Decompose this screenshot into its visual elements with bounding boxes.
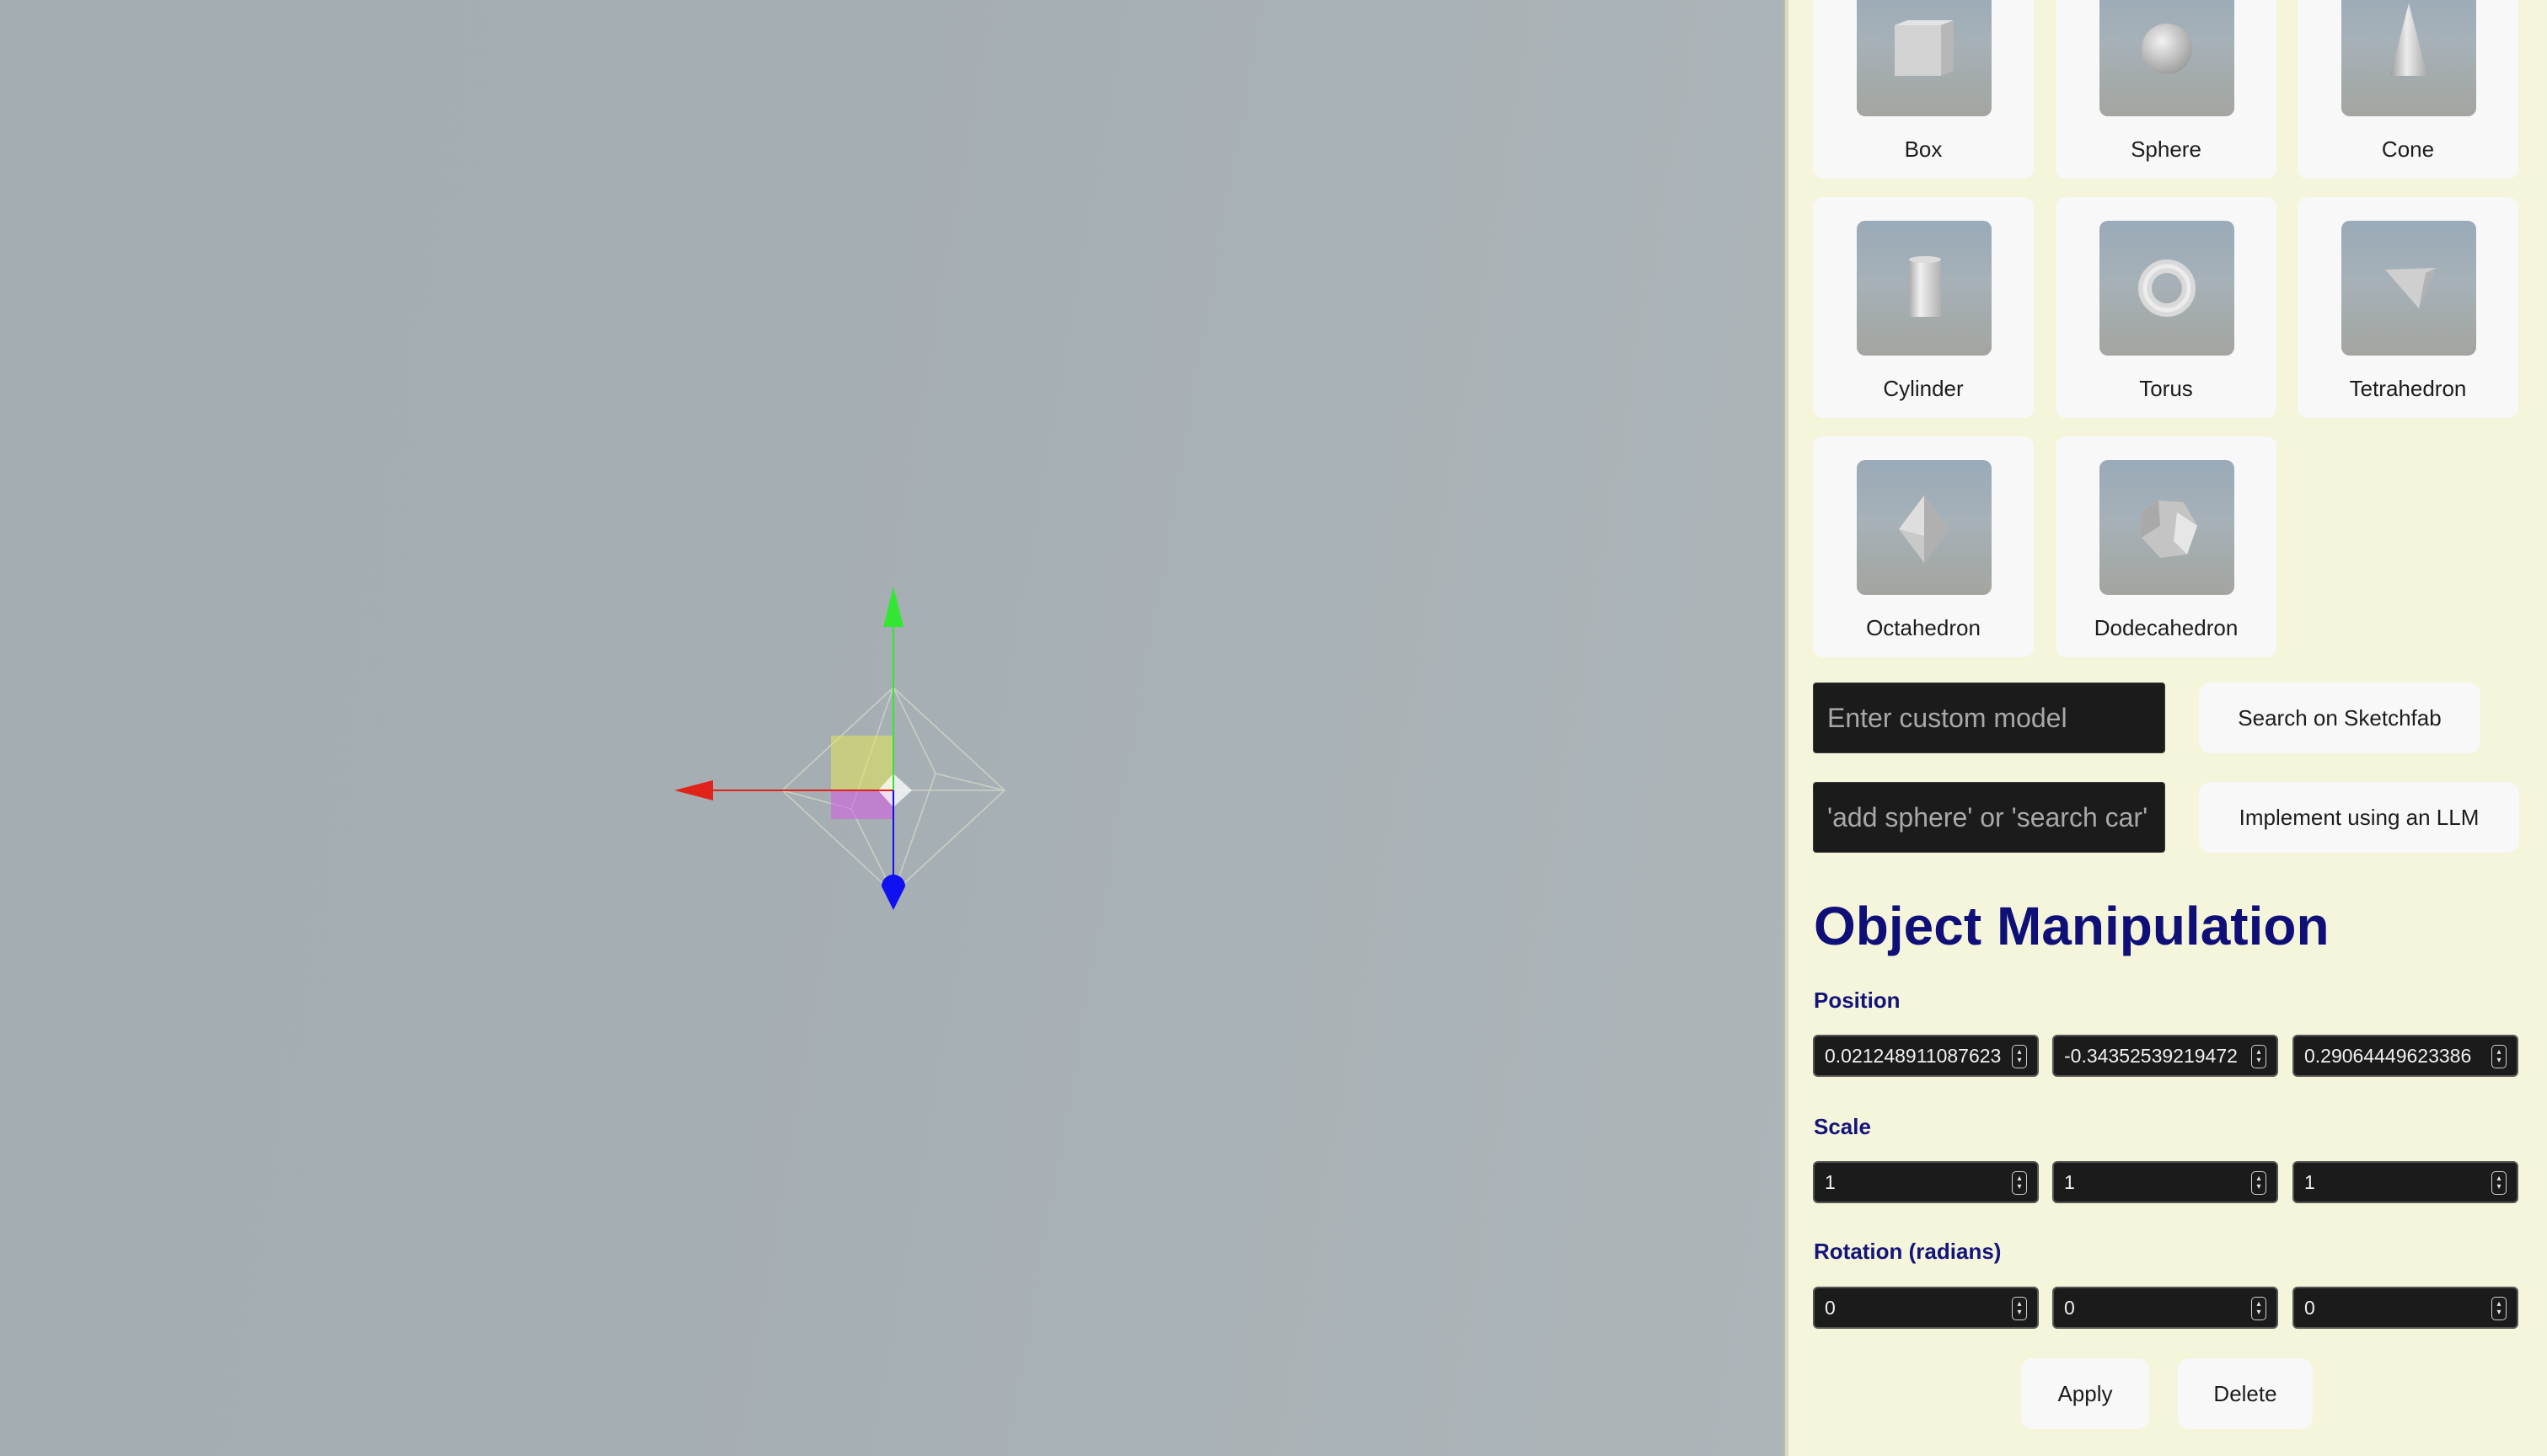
- model-card-dodecahedron[interactable]: Dodecahedron: [2056, 436, 2276, 657]
- delete-button[interactable]: Delete: [2178, 1358, 2313, 1429]
- model-label: Tetrahedron: [2349, 376, 2467, 401]
- apply-button[interactable]: Apply: [2021, 1358, 2149, 1429]
- model-card-tetrahedron[interactable]: Tetrahedron: [2298, 197, 2518, 418]
- control-panel: Box Sphere Cone Cylinder Torus Tetrahedr…: [1788, 0, 2547, 1456]
- sphere-thumbnail: [2099, 0, 2234, 116]
- custom-model-input[interactable]: [1813, 682, 2165, 753]
- stepper-icon[interactable]: ▴ ▾: [2491, 1045, 2507, 1068]
- model-card-cylinder[interactable]: Cylinder: [1813, 197, 2034, 418]
- model-card-box[interactable]: Box: [1813, 0, 2034, 179]
- model-card-torus[interactable]: Torus: [2056, 197, 2276, 418]
- stepper-icon[interactable]: ▴ ▾: [2251, 1045, 2266, 1068]
- model-label: Cone: [2381, 136, 2435, 162]
- stepper-icon[interactable]: ▴ ▾: [2012, 1171, 2027, 1195]
- model-label: Sphere: [2131, 136, 2201, 162]
- rotation-label: Rotation (radians): [1814, 1239, 2002, 1264]
- gizmo-arrow-z[interactable]: [882, 875, 905, 910]
- cone-thumbnail: [2341, 0, 2476, 116]
- stepper-icon[interactable]: ▴ ▾: [2012, 1045, 2027, 1068]
- rotation-z-input[interactable]: 0 ▴ ▾: [2292, 1287, 2518, 1329]
- model-label: Octahedron: [1866, 615, 1981, 640]
- box-thumbnail: [1857, 0, 1992, 116]
- gizmo-arrow-y[interactable]: [883, 586, 904, 627]
- rotation-y-input[interactable]: 0 ▴ ▾: [2052, 1287, 2278, 1329]
- stepper-icon[interactable]: ▴ ▾: [2491, 1297, 2507, 1320]
- position-y-input[interactable]: -0.34352539219472 ▴ ▾: [2052, 1035, 2278, 1077]
- scale-z-input[interactable]: 1 ▴ ▾: [2292, 1161, 2518, 1203]
- position-label: Position: [1814, 988, 1901, 1013]
- model-label: Torus: [2139, 376, 2193, 401]
- model-label: Dodecahedron: [2094, 615, 2239, 640]
- stepper-icon[interactable]: ▴ ▾: [2251, 1171, 2266, 1195]
- scale-x-input[interactable]: 1 ▴ ▾: [1813, 1161, 2039, 1203]
- position-x-input[interactable]: 0.021248911087623 ▴ ▾: [1813, 1035, 2039, 1077]
- model-label: Box: [1904, 136, 1943, 162]
- model-label: Cylinder: [1883, 376, 1964, 401]
- dodecahedron-thumbnail: [2099, 460, 2234, 595]
- scale-label: Scale: [1814, 1114, 1871, 1139]
- model-card-cone[interactable]: Cone: [2298, 0, 2518, 179]
- octahedron-thumbnail: [1857, 460, 1992, 595]
- search-sketchfab-button[interactable]: Search on Sketchfab: [2199, 682, 2480, 753]
- scale-y-input[interactable]: 1 ▴ ▾: [2052, 1161, 2278, 1203]
- gizmo-plane-xy[interactable]: [831, 736, 893, 790]
- model-card-sphere[interactable]: Sphere: [2056, 0, 2276, 179]
- stepper-icon[interactable]: ▴ ▾: [2491, 1171, 2507, 1195]
- rotation-x-input[interactable]: 0 ▴ ▾: [1813, 1287, 2039, 1329]
- scene-viewport[interactable]: [0, 0, 1783, 1456]
- cylinder-thumbnail: [1857, 221, 1992, 356]
- implement-llm-button[interactable]: Implement using an LLM: [2199, 782, 2519, 853]
- gizmo-arrow-x[interactable]: [674, 780, 713, 800]
- stepper-icon[interactable]: ▴ ▾: [2012, 1297, 2027, 1320]
- llm-command-input[interactable]: [1813, 782, 2165, 853]
- object-manipulation-heading: Object Manipulation: [1814, 896, 2330, 956]
- model-card-octahedron[interactable]: Octahedron: [1813, 436, 2034, 657]
- position-z-input[interactable]: 0.29064449623386 ▴ ▾: [2292, 1035, 2518, 1077]
- tetrahedron-thumbnail: [2341, 221, 2476, 356]
- torus-thumbnail: [2099, 221, 2234, 356]
- stepper-icon[interactable]: ▴ ▾: [2251, 1297, 2266, 1320]
